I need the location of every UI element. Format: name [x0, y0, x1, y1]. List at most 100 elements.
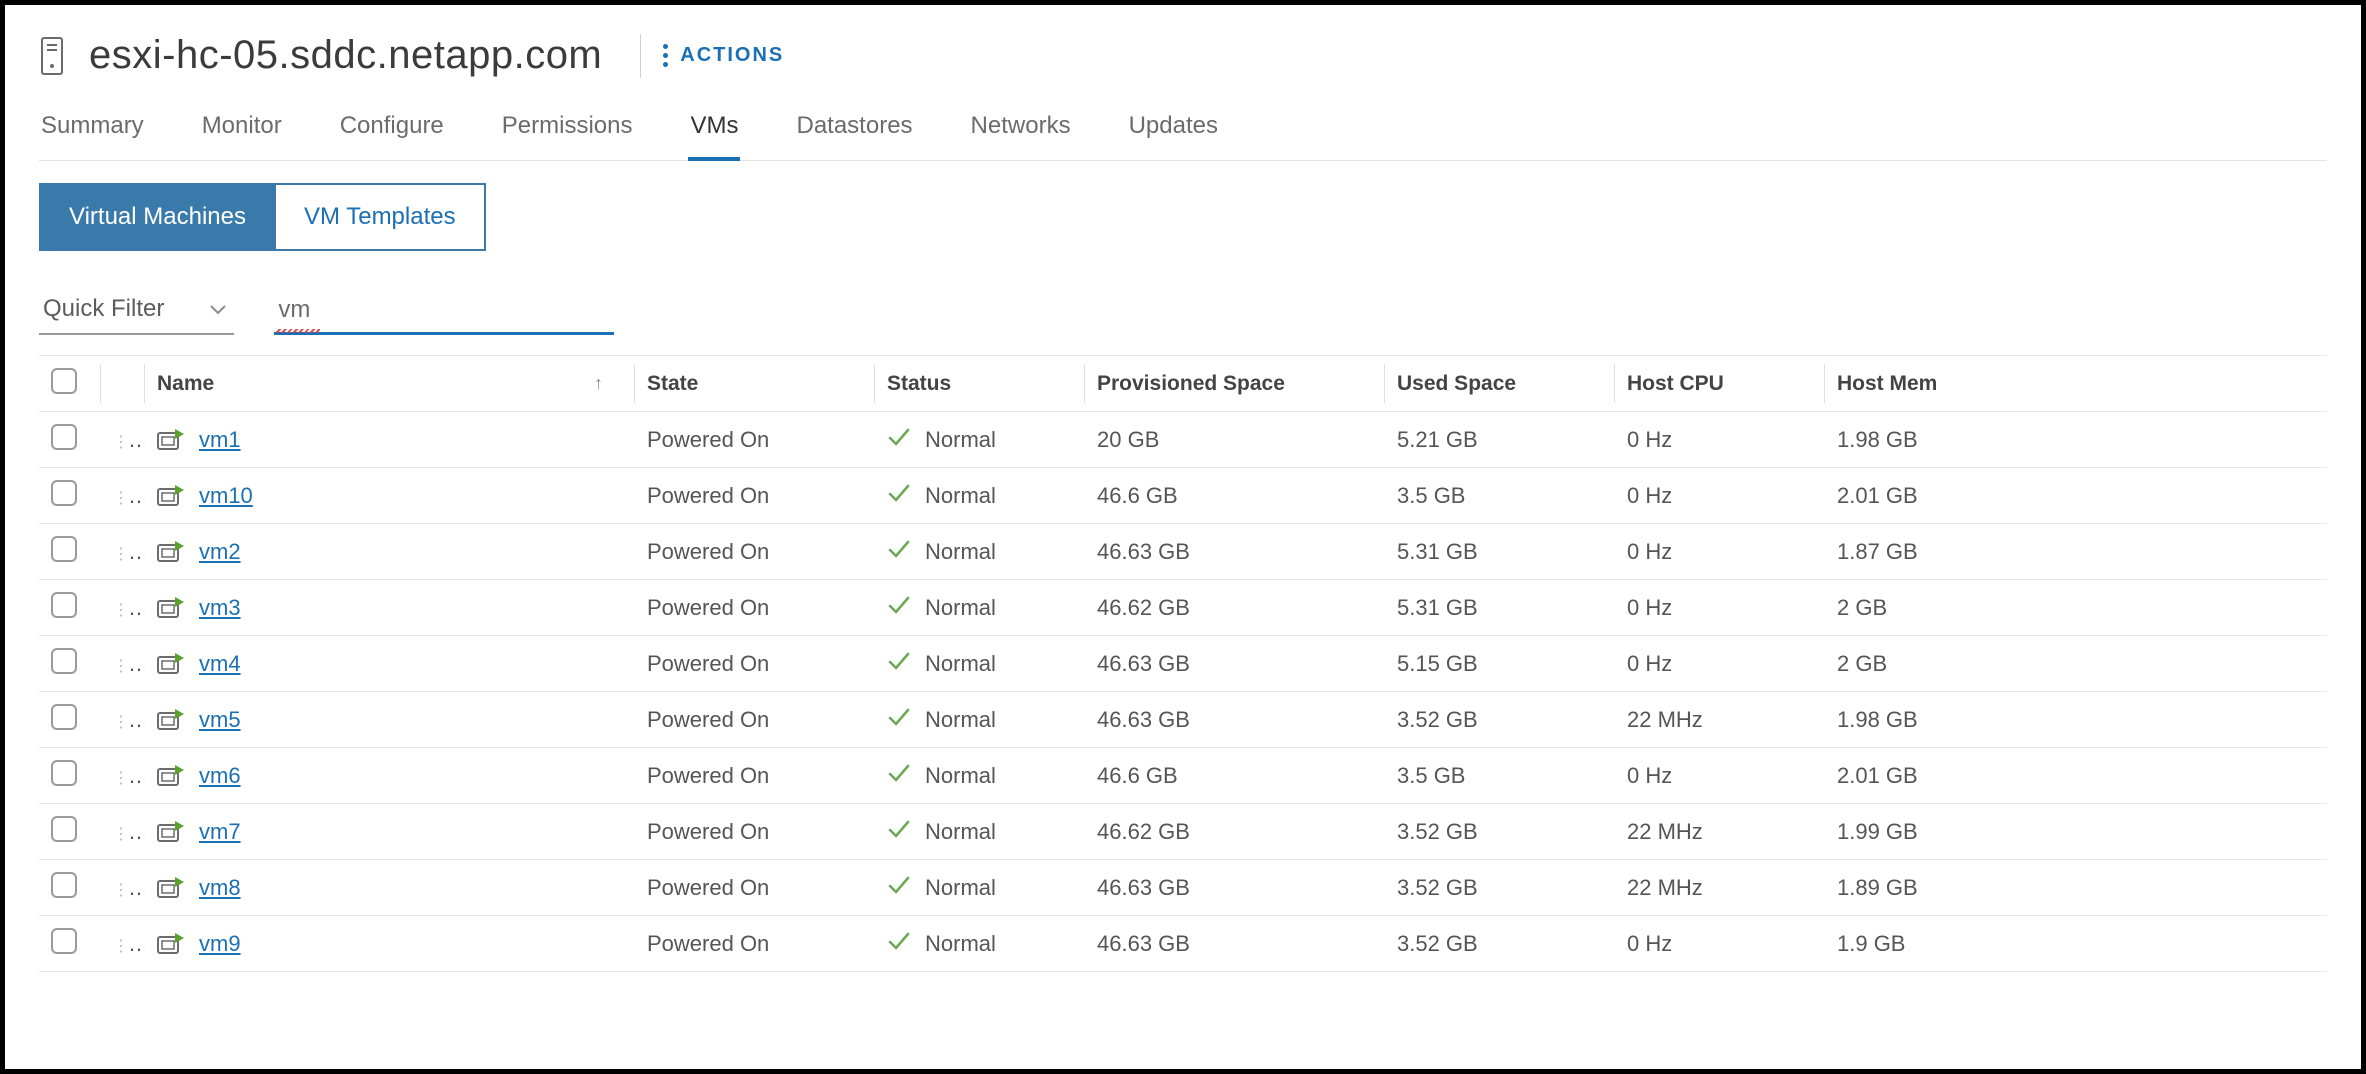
cell-state: Powered On: [635, 692, 875, 748]
col-cpu[interactable]: Host CPU: [1615, 356, 1825, 412]
cell-status: Normal: [925, 931, 996, 957]
actions-label: ACTIONS: [680, 44, 784, 67]
sort-asc-icon: ↑: [594, 373, 603, 394]
cell-status: Normal: [925, 763, 996, 789]
cell-status: Normal: [925, 427, 996, 453]
tab-summary[interactable]: Summary: [39, 98, 146, 160]
quick-filter-dropdown[interactable]: Quick Filter: [39, 295, 234, 335]
cell-cpu: 0 Hz: [1615, 412, 1825, 468]
drag-handle-icon[interactable]: ⋮⋮: [113, 651, 145, 676]
cell-provisioned: 46.6 GB: [1085, 468, 1385, 524]
quick-filter-label: Quick Filter: [43, 295, 164, 323]
col-name[interactable]: Name ↑: [145, 356, 635, 412]
sub-tabs: Virtual MachinesVM Templates: [39, 183, 2327, 251]
table-row: ⋮⋮vm2Powered OnNormal46.63 GB5.31 GB0 Hz…: [39, 524, 2327, 580]
vm-table: Name ↑ State Status Provisioned Space Us…: [39, 355, 2327, 972]
col-status[interactable]: Status: [875, 356, 1085, 412]
spellcheck-squiggle: [276, 329, 320, 333]
tab-configure[interactable]: Configure: [338, 98, 446, 160]
row-checkbox[interactable]: [51, 648, 77, 674]
drag-handle-icon[interactable]: ⋮⋮: [113, 819, 145, 844]
cell-status: Normal: [925, 539, 996, 565]
row-checkbox[interactable]: [51, 816, 77, 842]
cell-used: 3.52 GB: [1385, 804, 1615, 860]
vm-powered-on-icon: [157, 763, 185, 789]
subtab-virtual-machines[interactable]: Virtual Machines: [39, 183, 274, 251]
tab-monitor[interactable]: Monitor: [200, 98, 284, 160]
page-header: esxi-hc-05.sddc.netapp.com ACTIONS: [39, 29, 2327, 90]
col-drag: [101, 356, 145, 412]
cell-cpu: 0 Hz: [1615, 580, 1825, 636]
vm-powered-on-icon: [157, 539, 185, 565]
tab-datastores[interactable]: Datastores: [794, 98, 914, 160]
cell-state: Powered On: [635, 860, 875, 916]
vm-name-link[interactable]: vm2: [199, 539, 241, 565]
status-normal-icon: [887, 537, 911, 567]
actions-menu[interactable]: ACTIONS: [663, 44, 784, 67]
status-normal-icon: [887, 593, 911, 623]
cell-status: Normal: [925, 651, 996, 677]
status-normal-icon: [887, 705, 911, 735]
vm-name-link[interactable]: vm6: [199, 763, 241, 789]
cell-used: 5.31 GB: [1385, 524, 1615, 580]
vm-powered-on-icon: [157, 707, 185, 733]
table-row: ⋮⋮vm6Powered OnNormal46.6 GB3.5 GB0 Hz2.…: [39, 748, 2327, 804]
filter-bar: Quick Filter: [39, 295, 2327, 335]
cell-state: Powered On: [635, 580, 875, 636]
vm-powered-on-icon: [157, 427, 185, 453]
table-row: ⋮⋮vm10Powered OnNormal46.6 GB3.5 GB0 Hz2…: [39, 468, 2327, 524]
row-checkbox[interactable]: [51, 536, 77, 562]
row-checkbox[interactable]: [51, 928, 77, 954]
select-all-checkbox[interactable]: [51, 368, 77, 394]
cell-state: Powered On: [635, 916, 875, 972]
cell-cpu: 0 Hz: [1615, 468, 1825, 524]
vm-powered-on-icon: [157, 931, 185, 957]
cell-used: 3.52 GB: [1385, 692, 1615, 748]
cell-used: 3.5 GB: [1385, 468, 1615, 524]
drag-handle-icon[interactable]: ⋮⋮: [113, 483, 145, 508]
drag-handle-icon[interactable]: ⋮⋮: [113, 595, 145, 620]
cell-used: 3.5 GB: [1385, 748, 1615, 804]
row-checkbox[interactable]: [51, 480, 77, 506]
vm-name-link[interactable]: vm9: [199, 931, 241, 957]
col-mem[interactable]: Host Mem: [1825, 356, 2327, 412]
row-checkbox[interactable]: [51, 592, 77, 618]
filter-input[interactable]: [274, 296, 614, 335]
subtab-vm-templates[interactable]: VM Templates: [274, 183, 486, 251]
table-header-row: Name ↑ State Status Provisioned Space Us…: [39, 356, 2327, 412]
col-used[interactable]: Used Space: [1385, 356, 1615, 412]
drag-handle-icon[interactable]: ⋮⋮: [113, 763, 145, 788]
chevron-down-icon: [210, 299, 226, 320]
vm-name-link[interactable]: vm1: [199, 427, 241, 453]
cell-used: 5.21 GB: [1385, 412, 1615, 468]
cell-provisioned: 46.62 GB: [1085, 804, 1385, 860]
row-checkbox[interactable]: [51, 424, 77, 450]
col-state[interactable]: State: [635, 356, 875, 412]
cell-mem: 1.98 GB: [1825, 412, 2327, 468]
drag-handle-icon[interactable]: ⋮⋮: [113, 427, 145, 452]
vm-name-link[interactable]: vm8: [199, 875, 241, 901]
col-provisioned[interactable]: Provisioned Space: [1085, 356, 1385, 412]
cell-provisioned: 20 GB: [1085, 412, 1385, 468]
row-checkbox[interactable]: [51, 704, 77, 730]
row-checkbox[interactable]: [51, 872, 77, 898]
tab-permissions[interactable]: Permissions: [500, 98, 635, 160]
vm-name-link[interactable]: vm10: [199, 483, 253, 509]
tab-networks[interactable]: Networks: [969, 98, 1073, 160]
divider: [640, 34, 641, 78]
status-normal-icon: [887, 425, 911, 455]
vm-name-link[interactable]: vm7: [199, 819, 241, 845]
vm-name-link[interactable]: vm5: [199, 707, 241, 733]
vm-name-link[interactable]: vm3: [199, 595, 241, 621]
cell-status: Normal: [925, 707, 996, 733]
vm-name-link[interactable]: vm4: [199, 651, 241, 677]
tab-vms[interactable]: VMs: [688, 98, 740, 160]
drag-handle-icon[interactable]: ⋮⋮: [113, 707, 145, 732]
drag-handle-icon[interactable]: ⋮⋮: [113, 931, 145, 956]
drag-handle-icon[interactable]: ⋮⋮: [113, 539, 145, 564]
drag-handle-icon[interactable]: ⋮⋮: [113, 875, 145, 900]
vm-powered-on-icon: [157, 483, 185, 509]
tab-updates[interactable]: Updates: [1127, 98, 1220, 160]
cell-status: Normal: [925, 875, 996, 901]
row-checkbox[interactable]: [51, 760, 77, 786]
